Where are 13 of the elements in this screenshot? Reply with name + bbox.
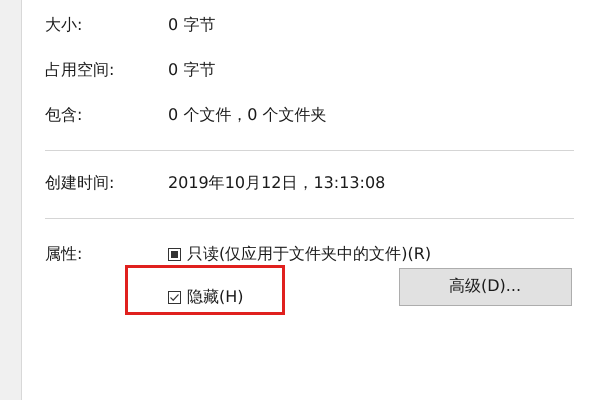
field-value: 0 字节: [168, 60, 216, 81]
check-icon: [169, 292, 180, 303]
field-label: 包含:: [45, 105, 84, 126]
attributes-label: 属性:: [45, 244, 84, 265]
field-label: 占用空间:: [45, 60, 116, 81]
field-label: 创建时间:: [45, 173, 116, 194]
field-value: 2019年10月12日，13:13:08: [168, 173, 386, 194]
field-label: 大小:: [45, 15, 84, 36]
advanced-button[interactable]: 高级(D)...: [398, 268, 572, 306]
checkbox[interactable]: 隐藏(H): [168, 287, 244, 308]
field-value: 0 个文件，0 个文件夹: [168, 105, 327, 126]
checkbox[interactable]: 只读(仅应用于文件夹中的文件)(R): [168, 244, 432, 265]
field-value: 0 字节: [168, 15, 216, 36]
